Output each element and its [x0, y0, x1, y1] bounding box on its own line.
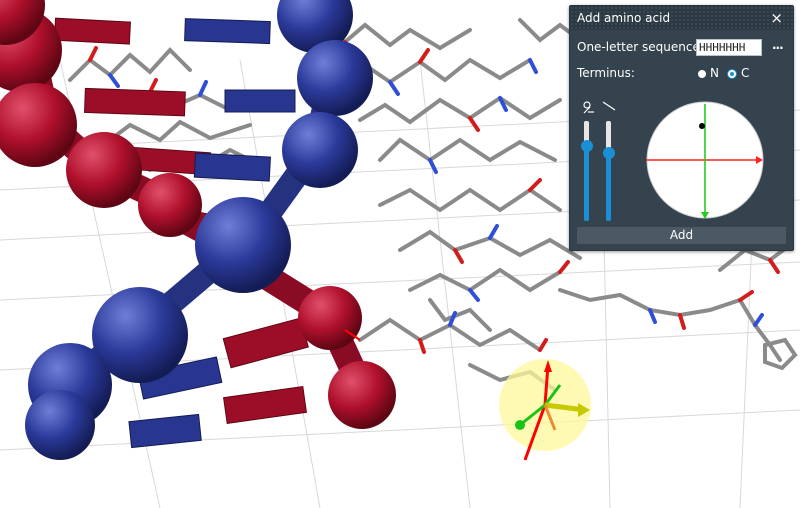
- panel-titlebar[interactable]: Add amino acid ×: [570, 6, 793, 30]
- dial-handle-dot: [699, 123, 705, 129]
- panel-title: Add amino acid: [577, 11, 671, 25]
- imidazole-ring: [763, 337, 798, 371]
- phi-psi-icon: [583, 101, 594, 114]
- add-button[interactable]: Add: [577, 227, 786, 244]
- phi-slider-knob[interactable]: [580, 140, 593, 152]
- psi-slider-knob[interactable]: [602, 147, 615, 159]
- sequence-input[interactable]: HHHHHHH: [696, 39, 762, 56]
- orientation-dial[interactable]: [646, 100, 764, 222]
- close-icon[interactable]: ×: [770, 9, 783, 27]
- terminus-label: Terminus:: [577, 66, 635, 80]
- sequence-label: One-letter sequence:: [577, 40, 704, 54]
- terminus-n-label: N: [710, 66, 719, 80]
- terminus-n-radio[interactable]: [698, 70, 706, 78]
- transform-gizmo: [499, 359, 591, 461]
- line-angle-icon: [602, 101, 616, 111]
- terminus-c-label: C: [741, 66, 750, 80]
- terminus-c-radio[interactable]: [728, 70, 736, 78]
- more-options-icon[interactable]: ···: [772, 41, 784, 55]
- phi-slider[interactable]: [584, 121, 589, 221]
- blue-strand: [25, 0, 373, 460]
- psi-slider[interactable]: [606, 121, 611, 221]
- add-amino-acid-panel: Add amino acid × One-letter sequence: HH…: [569, 5, 794, 251]
